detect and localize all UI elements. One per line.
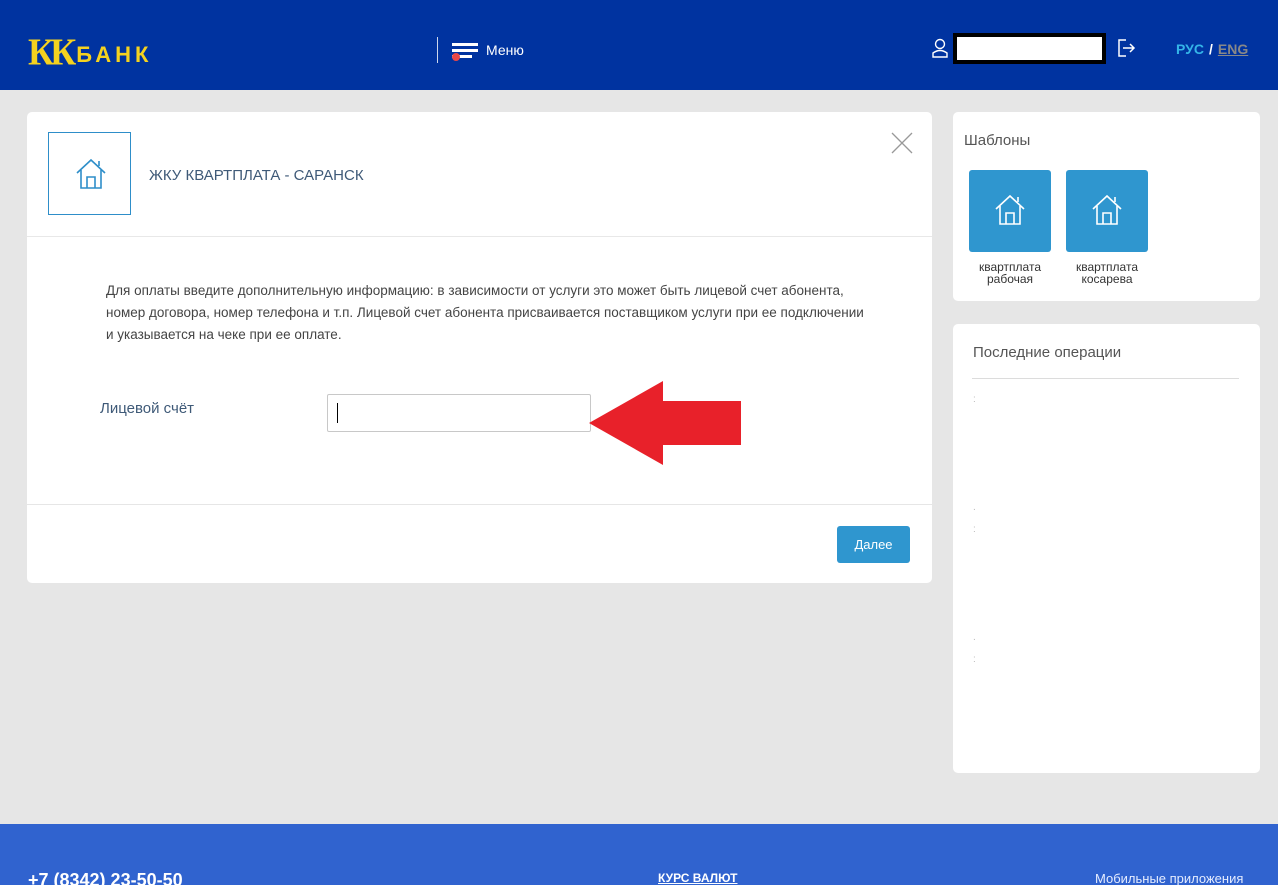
template-label[interactable]: квартплата косарева [1059, 261, 1155, 285]
list-item-marker: : [973, 524, 976, 535]
lang-en[interactable]: ENG [1218, 41, 1248, 57]
red-arrow-icon [589, 381, 741, 465]
service-icon-box [48, 132, 131, 215]
contact-phone[interactable]: +7 (8342) 23-50-50 [28, 870, 183, 885]
menu-separator [437, 37, 438, 63]
templates-panel: Шаблоны квартплата рабочая квартплата ко… [953, 112, 1260, 301]
next-button[interactable]: Далее [837, 526, 910, 563]
recent-operations-panel: Последние операции : . : . : [953, 324, 1260, 773]
logo-word: БАНК [76, 42, 153, 67]
card-footer-divider [27, 504, 932, 505]
close-icon[interactable] [891, 132, 913, 154]
account-field-label: Лицевой счёт [100, 400, 195, 417]
username-redacted [953, 33, 1106, 64]
notification-dot [452, 53, 460, 61]
templates-title: Шаблоны [964, 132, 1031, 149]
template-label-line2: косарева [1081, 272, 1133, 286]
house-icon [76, 158, 106, 189]
recent-operations-title: Последние операции [973, 344, 1122, 361]
menu-button[interactable]: Меню [452, 38, 524, 62]
recent-divider [972, 378, 1239, 379]
hamburger-icon [452, 40, 478, 61]
house-icon [1092, 194, 1122, 225]
template-tile-kosareva[interactable] [1066, 170, 1148, 252]
card-divider [27, 236, 932, 237]
bank-logo[interactable]: КК БАНК [28, 30, 153, 73]
template-tile-rabochaya[interactable] [969, 170, 1051, 252]
account-number-input[interactable] [327, 394, 591, 432]
user-icon[interactable] [932, 38, 948, 58]
payment-card: ЖКУ КВАРТПЛАТА - САРАНСК Для оплаты введ… [27, 112, 932, 583]
list-item-marker: : [973, 394, 976, 405]
menu-label: Меню [486, 42, 524, 58]
list-item-marker: . [973, 502, 976, 513]
service-title: ЖКУ КВАРТПЛАТА - САРАНСК [149, 167, 364, 184]
list-item-marker: . [973, 632, 976, 643]
page-footer: +7 (8342) 23-50-50 КУРС ВАЛЮТ Мобильные … [0, 824, 1278, 885]
logout-icon[interactable] [1116, 38, 1136, 58]
house-icon [995, 194, 1025, 225]
list-item-marker: : [973, 654, 976, 665]
lang-ru[interactable]: РУС [1176, 41, 1204, 57]
template-label[interactable]: квартплата рабочая [962, 261, 1058, 285]
logo-mark: КК [28, 31, 76, 73]
mobile-apps-link[interactable]: Мобильные приложения [1095, 871, 1243, 885]
currency-rates-link[interactable]: КУРС ВАЛЮТ [658, 871, 738, 885]
template-label-line2: рабочая [986, 272, 1034, 286]
payment-instructions: Для оплаты введите дополнительную информ… [106, 283, 864, 342]
language-switcher: РУС / ENG [1176, 41, 1248, 57]
lang-separator: / [1208, 41, 1213, 57]
top-header: КК БАНК Меню РУС / ENG [0, 0, 1278, 90]
text-caret [337, 403, 338, 423]
